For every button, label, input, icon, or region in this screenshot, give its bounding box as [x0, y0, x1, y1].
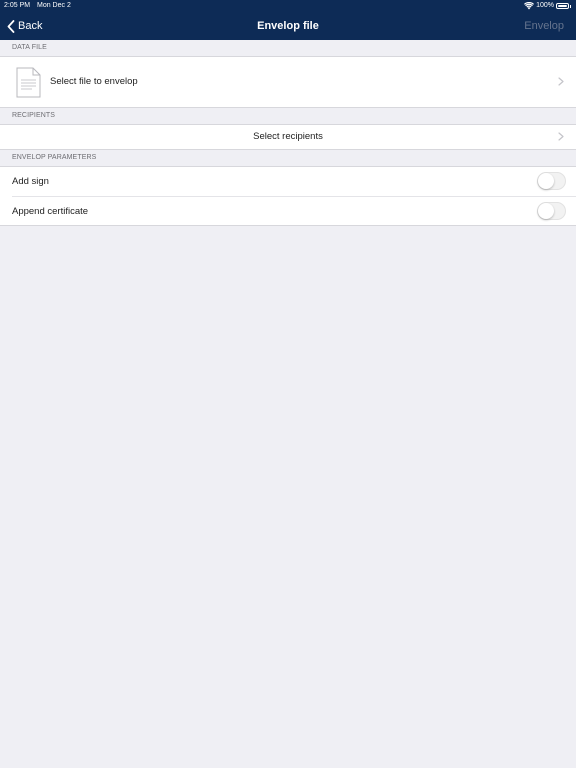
status-time: 2:05 PM	[4, 2, 31, 9]
select-file-label: Select file to envelop	[50, 76, 138, 87]
top-bar: 2:05 PM Mon Dec 2 100% Back Envelop file…	[0, 0, 576, 40]
chevron-right-icon	[558, 77, 564, 86]
chevron-left-icon	[7, 19, 15, 33]
chevron-right-icon	[558, 132, 564, 141]
status-indicators: 100%	[524, 0, 571, 12]
add-sign-label: Add sign	[12, 176, 49, 187]
append-certificate-toggle[interactable]	[537, 202, 566, 220]
document-icon	[16, 67, 41, 98]
add-sign-row: Add sign	[0, 167, 576, 196]
toggle-knob	[538, 173, 554, 189]
page-title: Envelop file	[257, 20, 319, 32]
battery-level	[558, 5, 567, 7]
parameters-section-header: ENVELOP PARAMETERS	[12, 154, 97, 161]
add-sign-toggle[interactable]	[537, 172, 566, 190]
recipients-section-header: RECIPIENTS	[12, 112, 56, 119]
status-bar: 2:05 PM Mon Dec 2 100%	[0, 0, 576, 12]
select-recipients-label: Select recipients	[253, 131, 323, 142]
append-certificate-label: Append certificate	[12, 206, 89, 217]
wifi-icon	[524, 2, 535, 10]
battery-cap	[570, 4, 571, 8]
envelop-button[interactable]: Envelop	[524, 12, 564, 40]
battery-percentage: 100%	[536, 2, 554, 9]
back-label: Back	[18, 20, 43, 32]
select-file-row[interactable]: Select file to envelop	[0, 56, 576, 108]
back-button[interactable]: Back	[7, 12, 42, 40]
navigation-bar: Back Envelop file Envelop	[0, 12, 576, 40]
select-recipients-row[interactable]: Select recipients	[0, 124, 576, 150]
toggle-knob	[538, 203, 554, 219]
data-file-section-header: DATA FILE	[12, 44, 47, 51]
battery-icon	[556, 3, 569, 9]
append-certificate-row: Append certificate	[0, 197, 576, 226]
parameters-group: Add sign Append certificate	[0, 166, 576, 226]
status-date: Mon Dec 2	[37, 2, 71, 9]
